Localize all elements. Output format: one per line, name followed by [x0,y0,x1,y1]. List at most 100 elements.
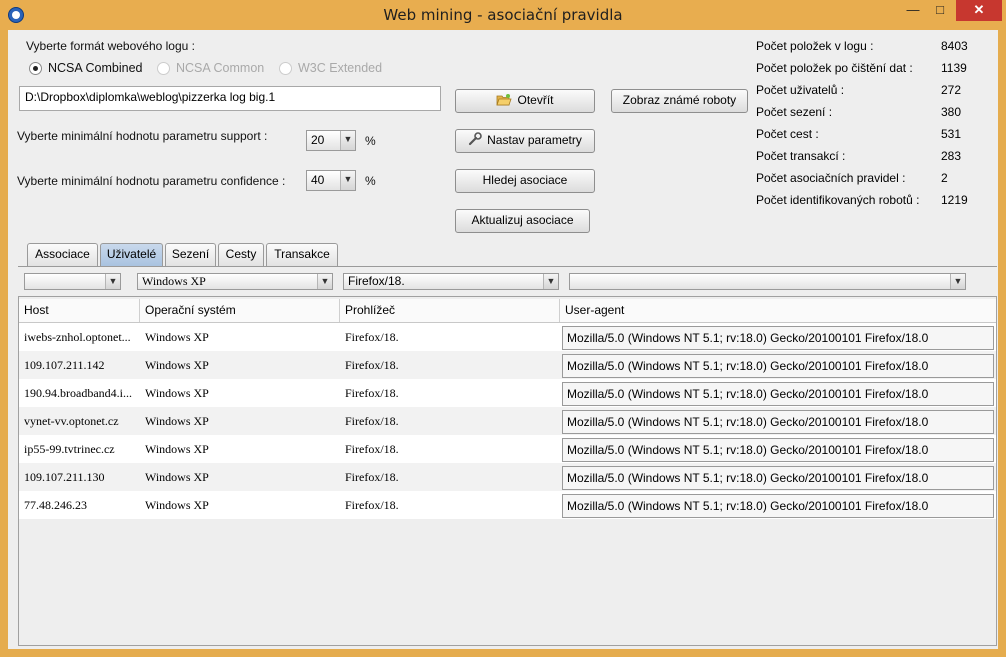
stat-value-cleaned-items: 1139 [941,61,967,75]
radio-ncsa-combined[interactable] [29,62,42,75]
stat-value-sessions: 380 [941,105,962,119]
maximize-button[interactable]: □ [926,0,954,21]
open-button-label: Otevřít [517,93,554,107]
chevron-down-icon: ▼ [317,274,332,289]
users-table: Host Operační systém Prohlížeč User-agen… [18,296,997,646]
cell-host: iwebs-znhol.optonet... [24,330,131,344]
tab-uzivatele[interactable]: Uživatelé [100,243,163,266]
set-params-button[interactable]: Nastav parametry [455,129,595,153]
stat-label-rules: Počet asociačních pravidel : [756,171,906,185]
stat-value-robots: 1219 [941,193,968,207]
stat-label-log-items: Počet položek v logu : [756,39,874,53]
tab-associace[interactable]: Associace [27,243,98,266]
cell-os: Windows XP [145,498,209,512]
window-title: Web mining - asociační pravidla [383,6,623,24]
stat-value-log-items: 8403 [941,39,968,53]
cell-browser: Firefox/18. [345,442,399,456]
stat-value-transactions: 283 [941,149,962,163]
update-assoc-button[interactable]: Aktualizuj asociace [455,209,590,233]
close-button[interactable]: ✕ [956,0,1002,21]
chevron-down-icon: ▼ [950,274,965,289]
tab-sezeni[interactable]: Sezení [165,243,216,266]
set-params-button-label: Nastav parametry [487,133,582,147]
table-row[interactable]: 190.94.broadband4.i... Windows XP Firefo… [19,379,996,407]
cell-host: 190.94.broadband4.i... [24,386,132,400]
open-button[interactable]: Otevřít [455,89,595,113]
radio-ncsa-common [157,62,170,75]
support-label: Vyberte minimální hodnotu parametru supp… [17,129,268,143]
cell-browser: Firefox/18. [345,498,399,512]
stat-label-users: Počet uživatelů : [756,83,845,97]
stat-value-rules: 2 [941,171,948,185]
browser-filter-select[interactable]: Firefox/18. ▼ [343,273,559,290]
wrench-icon [468,132,482,152]
cell-os: Windows XP [145,330,209,344]
confidence-select-value: 40 [311,173,325,187]
support-select-value: 20 [311,133,325,147]
cell-user-agent[interactable]: Mozilla/5.0 (Windows NT 5.1; rv:18.0) Ge… [562,494,994,518]
cell-user-agent[interactable]: Mozilla/5.0 (Windows NT 5.1; rv:18.0) Ge… [562,354,994,378]
os-filter-value: Windows XP [142,274,206,288]
cell-os: Windows XP [145,386,209,400]
find-assoc-button-label: Hledej asociace [482,173,568,187]
table-header: Host Operační systém Prohlížeč User-agen… [19,299,996,323]
cell-host: 109.107.211.142 [24,358,105,372]
show-robots-button-label: Zobraz známé roboty [622,93,737,107]
cell-user-agent[interactable]: Mozilla/5.0 (Windows NT 5.1; rv:18.0) Ge… [562,466,994,490]
column-header-browser[interactable]: Prohlížeč [340,299,560,322]
confidence-select[interactable]: 40 ▼ [306,170,356,191]
host-filter-select[interactable]: ▼ [24,273,121,290]
column-header-user-agent[interactable]: User-agent [560,299,996,322]
support-percent: % [365,134,376,148]
cell-browser: Firefox/18. [345,358,399,372]
stat-label-cleaned-items: Počet položek po čištění dat : [756,61,913,75]
cell-browser: Firefox/18. [345,330,399,344]
table-row[interactable]: ip55-99.tvtrinec.cz Windows XP Firefox/1… [19,435,996,463]
title-bar[interactable]: Web mining - asociační pravidla — □ ✕ [0,0,1006,30]
table-row[interactable]: 109.107.211.130 Windows XP Firefox/18. M… [19,463,996,491]
table-row[interactable]: 77.48.246.23 Windows XP Firefox/18. Mozi… [19,491,996,519]
column-header-os[interactable]: Operační systém [140,299,340,322]
confidence-percent: % [365,174,376,188]
stat-label-paths: Počet cest : [756,127,819,141]
tab-separator [18,266,997,267]
cell-os: Windows XP [145,358,209,372]
cell-user-agent[interactable]: Mozilla/5.0 (Windows NT 5.1; rv:18.0) Ge… [562,326,994,350]
radio-ncsa-common-label: NCSA Common [176,61,265,75]
cell-user-agent[interactable]: Mozilla/5.0 (Windows NT 5.1; rv:18.0) Ge… [562,382,994,406]
radio-ncsa-combined-label[interactable]: NCSA Combined [48,61,143,75]
chevron-down-icon: ▼ [340,131,355,150]
minimize-button[interactable]: — [898,0,928,21]
browser-filter-value: Firefox/18. [348,274,405,288]
user-agent-filter-select[interactable]: ▼ [569,273,966,290]
find-assoc-button[interactable]: Hledej asociace [455,169,595,193]
chevron-down-icon: ▼ [543,274,558,289]
cell-user-agent[interactable]: Mozilla/5.0 (Windows NT 5.1; rv:18.0) Ge… [562,438,994,462]
column-header-host[interactable]: Host [19,299,140,322]
cell-user-agent[interactable]: Mozilla/5.0 (Windows NT 5.1; rv:18.0) Ge… [562,410,994,434]
cell-os: Windows XP [145,470,209,484]
file-path-input[interactable]: D:\Dropbox\diplomka\weblog\pizzerka log … [19,86,441,111]
cell-browser: Firefox/18. [345,386,399,400]
cell-browser: Firefox/18. [345,414,399,428]
show-robots-button[interactable]: Zobraz známé roboty [611,89,748,113]
table-row[interactable]: 109.107.211.142 Windows XP Firefox/18. M… [19,351,996,379]
cell-host: 77.48.246.23 [24,498,87,512]
stat-label-robots: Počet identifikovaných robotů : [756,193,920,207]
table-row[interactable]: iwebs-znhol.optonet... Windows XP Firefo… [19,323,996,351]
update-assoc-button-label: Aktualizuj asociace [471,213,574,227]
support-select[interactable]: 20 ▼ [306,130,356,151]
chevron-down-icon: ▼ [105,274,120,289]
table-row[interactable]: vynet-vv.optonet.cz Windows XP Firefox/1… [19,407,996,435]
cell-browser: Firefox/18. [345,470,399,484]
cell-host: 109.107.211.130 [24,470,105,484]
tab-cesty[interactable]: Cesty [218,243,264,266]
stat-value-users: 272 [941,83,962,97]
confidence-label: Vyberte minimální hodnotu parametru conf… [17,174,286,188]
chevron-down-icon: ▼ [340,171,355,190]
tab-transakce[interactable]: Transakce [266,243,338,266]
stat-label-transactions: Počet transakcí : [756,149,846,163]
radio-w3c-extended [279,62,292,75]
os-filter-select[interactable]: Windows XP ▼ [137,273,333,290]
cell-host: vynet-vv.optonet.cz [24,414,119,428]
